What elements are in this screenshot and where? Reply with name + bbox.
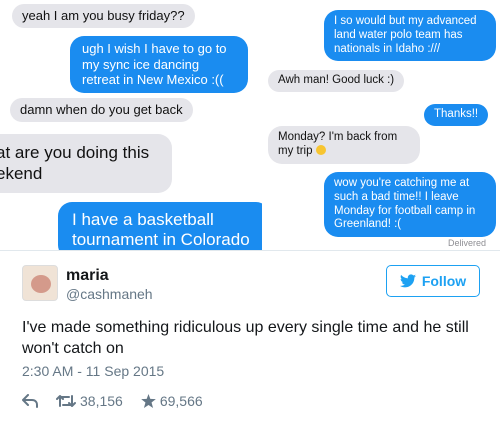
message-panel-right: I so would but my advanced land water po… — [262, 0, 500, 250]
twitter-bird-icon — [399, 274, 416, 288]
received-message: damn when do you get back — [10, 98, 193, 122]
follow-button[interactable]: Follow — [386, 265, 480, 297]
sent-message: I have a basketball tournament in Colora… — [58, 202, 265, 250]
delivered-status: Delivered — [448, 238, 487, 248]
received-message: Monday? I'm back from my trip — [268, 126, 420, 164]
sent-message: I so would but my advanced land water po… — [324, 10, 496, 62]
received-message: Awh man! Good luck :) — [268, 70, 405, 92]
retweet-count: 38,156 — [80, 393, 123, 409]
message-text: Monday? I'm back from my trip — [278, 131, 398, 157]
avatar-image — [31, 275, 51, 293]
user-display-name[interactable]: maria — [66, 267, 109, 285]
tweet-card: maria @cashmaneh Follow I've made someth… — [0, 250, 500, 424]
tweet-actions: 38,156 69,566 — [22, 391, 221, 411]
retweet-button[interactable]: 38,156 — [56, 393, 123, 409]
sent-message: wow you're catching me at such a bad tim… — [324, 172, 496, 238]
reply-button[interactable] — [22, 394, 38, 408]
sent-message: Thanks!! — [424, 104, 489, 126]
message-panel-bottom-left: at are you doing this ekend I have a bas… — [0, 125, 265, 250]
received-message: yeah I am you busy friday?? — [12, 4, 195, 28]
follow-label: Follow — [421, 273, 467, 289]
received-message: at are you doing this ekend — [0, 134, 172, 193]
smile-emoji-icon — [315, 144, 326, 155]
retweet-icon — [56, 394, 76, 408]
message-panel-top-left: yeah I am you busy friday?? ugh I wish I… — [0, 0, 265, 125]
reply-icon — [22, 394, 38, 408]
like-button[interactable]: 69,566 — [141, 393, 203, 409]
like-count: 69,566 — [159, 393, 203, 409]
user-handle[interactable]: @cashmaneh — [66, 286, 153, 302]
sent-message: ugh I wish I have to go to my sync ice d… — [70, 36, 248, 93]
message-screenshot-collage: yeah I am you busy friday?? ugh I wish I… — [0, 0, 500, 250]
tweet-text: I've made something ridiculous up every … — [22, 319, 469, 358]
tweet-timestamp[interactable]: 2:30 AM - 11 Sep 2015 — [22, 363, 164, 379]
avatar[interactable] — [22, 265, 58, 301]
like-star-icon — [141, 394, 156, 408]
